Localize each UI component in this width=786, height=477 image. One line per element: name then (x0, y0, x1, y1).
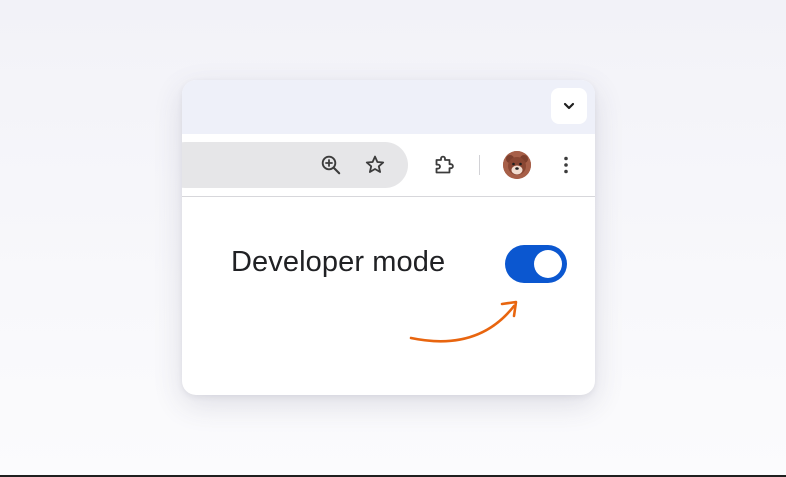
bookmark-star-icon (365, 155, 385, 173)
extensions-page-content: Developer mode (182, 197, 595, 395)
tab-strip (182, 80, 595, 134)
profile-avatar[interactable] (503, 151, 531, 179)
more-vert-icon (564, 156, 568, 174)
zoom-button[interactable] (315, 149, 347, 181)
developer-mode-toggle[interactable] (505, 245, 567, 283)
extensions-button[interactable] (428, 149, 460, 181)
extensions-puzzle-icon (435, 155, 454, 174)
tab-search-button[interactable] (551, 88, 587, 124)
bear-avatar-icon (503, 151, 531, 179)
toolbar-divider (479, 155, 480, 175)
developer-mode-label: Developer mode (231, 246, 446, 278)
toggle-knob (534, 250, 562, 278)
chevron-down-icon (563, 102, 575, 110)
bookmark-button[interactable] (359, 149, 391, 181)
browser-toolbar (182, 134, 595, 197)
page-canvas: Developer mode (0, 0, 786, 477)
zoom-in-icon (321, 155, 341, 175)
more-menu-button[interactable] (550, 149, 582, 181)
browser-window: Developer mode (182, 80, 595, 395)
